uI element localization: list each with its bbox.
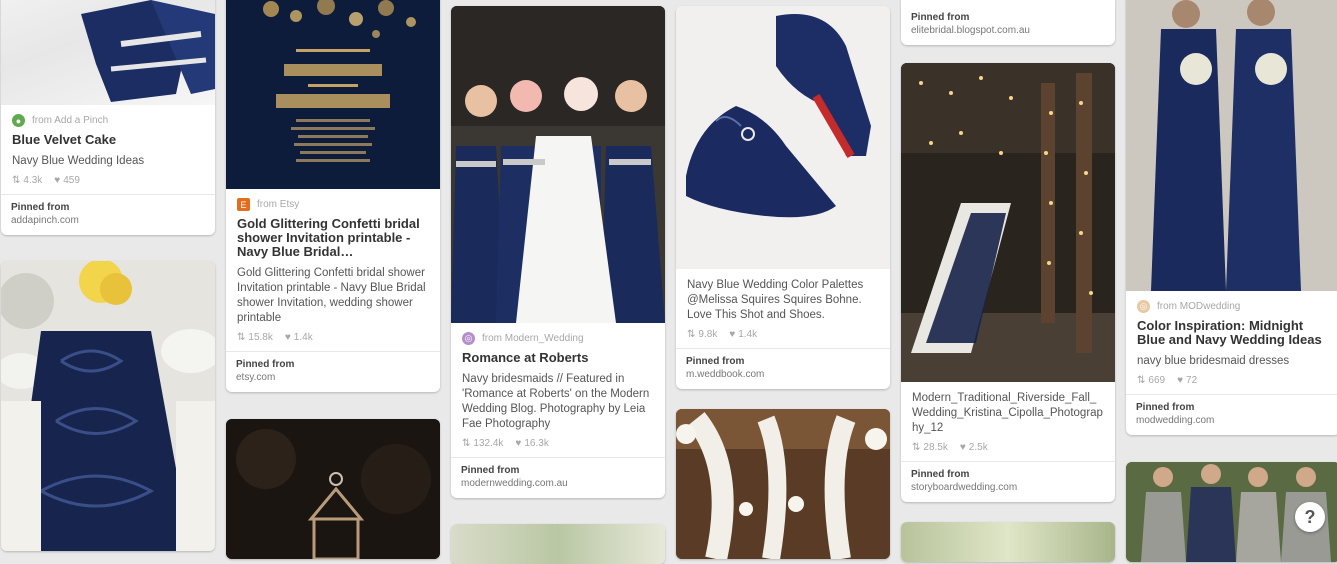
pin-image[interactable] [901,522,1115,562]
modwedding-logo-icon: ◎ [1137,300,1150,313]
pin-stats: ⇅ 669 ♥ 72 [1137,375,1198,386]
reception-image [901,63,1115,382]
bridesmaids-image [451,6,665,323]
lantern-image [226,419,440,559]
help-button[interactable]: ? [1295,502,1325,532]
pin-stats: ⇅ 15.8k ♥ 1.4k [237,332,313,343]
pin-source[interactable]: ● from Add a Pinch [12,114,204,127]
addapinch-logo-icon: ● [12,114,25,127]
pin-image[interactable] [676,409,890,559]
pin-image[interactable] [901,63,1115,382]
repin-icon: ⇅ [1137,375,1146,386]
pin-elitebridal[interactable]: Pinned from elitebridal.blogspot.com.au [901,0,1115,45]
pin-title[interactable]: Romance at Roberts [462,351,654,365]
modern-wedding-logo-icon: ◎ [462,332,475,345]
heart-icon: ♥ [1177,375,1184,386]
pin-description: Modern_Traditional_Riverside_Fall_Weddin… [912,392,1103,434]
pin-description: navy blue bridesmaid dresses [1137,355,1290,367]
pin-source[interactable]: ◎ from MODwedding [1137,300,1329,313]
pin-stats: ⇅ 28.5k ♥ 2.5k [912,442,988,453]
repin-icon: ⇅ [687,329,696,340]
pin-description: Gold Glittering Confetti bridal shower I… [237,267,426,324]
pin-image[interactable] [1,0,215,105]
pin-image[interactable] [451,524,665,564]
heart-icon: ♥ [54,175,61,186]
pin-outdoor[interactable] [451,524,665,564]
pin-title[interactable]: Gold Glittering Confetti bridal shower I… [237,217,429,259]
heart-icon: ♥ [284,332,291,343]
pin-title[interactable]: Blue Velvet Cake [12,133,204,147]
pin-glitter-invitation[interactable]: Efrom Etsy Gold Glittering Confetti brid… [226,0,440,392]
pin-blue-velvet-cake[interactable]: ● from Add a Pinch Blue Velvet Cake Navy … [1,0,215,235]
pin-domain[interactable]: elitebridal.blogspot.com.au [911,25,1105,36]
pin-domain[interactable]: etsy.com [236,372,430,383]
repin-icon: ⇅ [237,332,246,343]
pinned-from[interactable]: Pinned from elitebridal.blogspot.com.au [901,0,1115,45]
pin-image[interactable] [1,261,215,551]
pin-source[interactable]: ◎ from Modern_Wedding [462,332,654,345]
pin-domain[interactable]: modwedding.com [1136,415,1330,426]
question-icon: ? [1304,506,1316,527]
pin-image[interactable] [676,6,890,269]
heart-icon: ♥ [729,329,736,340]
pinned-from[interactable]: Pinned from etsy.com [226,351,440,392]
pinned-from[interactable]: Pinned from modernwedding.com.au [451,457,665,498]
pin-riverside-fall[interactable]: Modern_Traditional_Riverside_Fall_Weddin… [901,63,1115,502]
heart-icon: ♥ [959,442,966,453]
pin-barn-drapes[interactable] [676,409,890,559]
pin-image[interactable] [226,419,440,559]
cake-image [81,0,215,102]
heart-icon: ♥ [515,438,522,449]
pin-image[interactable] [451,6,665,323]
pin-domain[interactable]: addapinch.com [11,215,205,226]
pin-description: Navy Blue Wedding Color Palettes @Meliss… [687,279,864,321]
pin-image[interactable] [1126,0,1337,291]
pin-image[interactable] [226,0,440,189]
repin-icon: ⇅ [912,442,921,453]
pin-stats: ⇅ 132.4k ♥ 16.3k [462,438,549,449]
pin-description: Navy bridesmaids // Featured in 'Romance… [462,373,650,430]
pin-midnight-blue[interactable]: ◎ from MODwedding Color Inspiration: Midn… [1126,0,1337,435]
pin-glitter-heels[interactable]: Navy Blue Wedding Color Palettes @Meliss… [676,6,890,389]
pin-stats: ⇅ 4.3k ♥ 459 [12,175,80,186]
pin-source[interactable]: Efrom Etsy [237,198,429,211]
repin-icon: ⇅ [12,175,21,186]
pin-domain[interactable]: storyboardwedding.com [911,482,1105,493]
pin-description: Navy Blue Wedding Ideas [12,155,145,167]
pin-stats: ⇅ 9.8k ♥ 1.4k [687,329,758,340]
pinned-from[interactable]: Pinned from modwedding.com [1126,394,1337,435]
pin-domain[interactable]: modernwedding.com.au [461,478,655,489]
pin-greenery[interactable] [901,522,1115,562]
pin-lantern[interactable] [226,419,440,559]
repin-icon: ⇅ [462,438,471,449]
pin-domain[interactable]: m.weddbook.com [686,369,880,380]
invitation-image [226,0,440,189]
pin-title[interactable]: Color Inspiration: Midnight Blue and Nav… [1137,319,1329,347]
bridesmaid-dresses-image [1126,0,1337,291]
shoes-image [676,6,890,269]
pinned-from[interactable]: Pinned from m.weddbook.com [676,348,890,389]
pin-lace-runner[interactable] [1,261,215,551]
pinned-from[interactable]: Pinned from storyboardwedding.com [901,461,1115,502]
pinned-from[interactable]: Pinned from addapinch.com [1,194,215,235]
barn-image [676,409,890,559]
pin-romance-at-roberts[interactable]: ◎ from Modern_Wedding Romance at Roberts … [451,6,665,498]
etsy-logo-icon: E [237,198,250,211]
lace-table-image [1,261,215,551]
